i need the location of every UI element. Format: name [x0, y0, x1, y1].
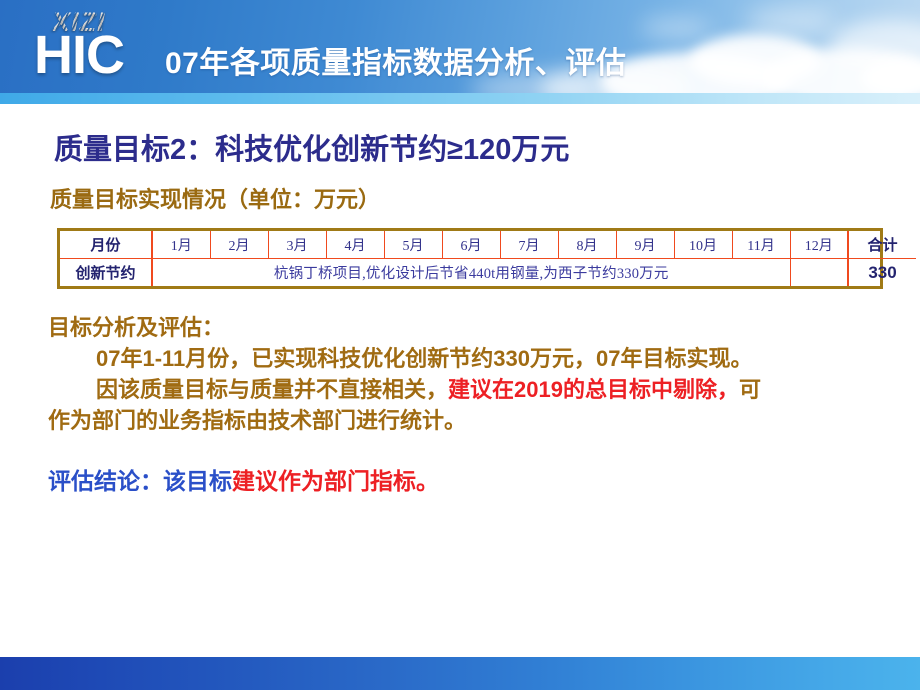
cloud-shape	[745, 8, 835, 34]
cloud-shape	[640, 18, 710, 38]
table-header-m11: 11月	[731, 231, 791, 259]
table-header-total: 合计	[847, 231, 916, 259]
conclusion-line: 评估结论：该目标建议作为部门指标。	[48, 462, 439, 496]
table-cell-total-value: 330	[847, 258, 916, 286]
table-header-month: 月份	[60, 231, 153, 259]
company-logo: XIZI HIC	[34, 4, 164, 88]
table-header-m10: 10月	[673, 231, 733, 259]
conclusion-blue-text: 评估结论：该目标	[48, 468, 232, 494]
table-header-m6: 6月	[441, 231, 501, 259]
page-title: 07年各项质量指标数据分析、评估	[165, 47, 627, 80]
goal-subtitle: 质量目标实现情况（单位：万元）	[50, 187, 381, 212]
table-header-m2: 2月	[209, 231, 269, 259]
table-header-m7: 7月	[499, 231, 559, 259]
analysis-line-1: 07年1-11月份，已实现科技优化创新节约330万元，07年目标实现。	[96, 346, 753, 371]
banner-underline	[0, 93, 920, 104]
analysis-line-2-part-a: 因该质量目标与质量并不直接相关，	[96, 377, 449, 402]
analysis-line-2-part-b: 可	[738, 377, 761, 402]
analysis-block: 目标分析及评估： 07年1-11月份，已实现科技优化创新节约330万元，07年目…	[48, 312, 908, 436]
logo-hic-text: HIC	[34, 25, 125, 85]
header-banner: XIZI HIC 07年各项质量指标数据分析、评估	[0, 0, 920, 93]
table-header-m4: 4月	[325, 231, 385, 259]
table-header-m12: 12月	[789, 231, 849, 259]
table-row: 月份 1月 2月 3月 4月 5月 6月 7月 8月 9月 10月 11月 12…	[60, 231, 916, 259]
table-header-m9: 9月	[615, 231, 675, 259]
goal-title: 质量目标2：科技优化创新节约≥120万元	[54, 134, 570, 166]
slide-content: 质量目标2：科技优化创新节约≥120万元 质量目标实现情况（单位：万元） 月份 …	[0, 104, 920, 657]
analysis-line-3: 作为部门的业务指标由技术部门进行统计。	[48, 408, 467, 433]
table-header-m5: 5月	[383, 231, 443, 259]
analysis-line-2-highlight: 建议在2019的总目标中剔除，	[448, 377, 739, 402]
table-row: 创新节约 杭锅丁桥项目,优化设计后节省440t用钢量,为西子节约330万元 33…	[60, 258, 916, 286]
quality-data-table: 月份 1月 2月 3月 4月 5月 6月 7月 8月 9月 10月 11月 12…	[57, 228, 916, 289]
table-header-m1: 1月	[151, 231, 211, 259]
analysis-line-2: 因该质量目标与质量并不直接相关，建议在2019的总目标中剔除，可	[48, 374, 908, 405]
conclusion-red-text: 建议作为部门指标。	[232, 468, 439, 494]
footer-bar	[0, 657, 920, 690]
analysis-heading: 目标分析及评估：	[48, 315, 225, 340]
table-row-label-saving: 创新节约	[60, 258, 153, 286]
table-header-m8: 8月	[557, 231, 617, 259]
table-header-m3: 3月	[267, 231, 327, 259]
table-cell-m12-value	[789, 258, 849, 286]
table-cell-merged-note: 杭锅丁桥项目,优化设计后节省440t用钢量,为西子节约330万元	[151, 258, 791, 286]
